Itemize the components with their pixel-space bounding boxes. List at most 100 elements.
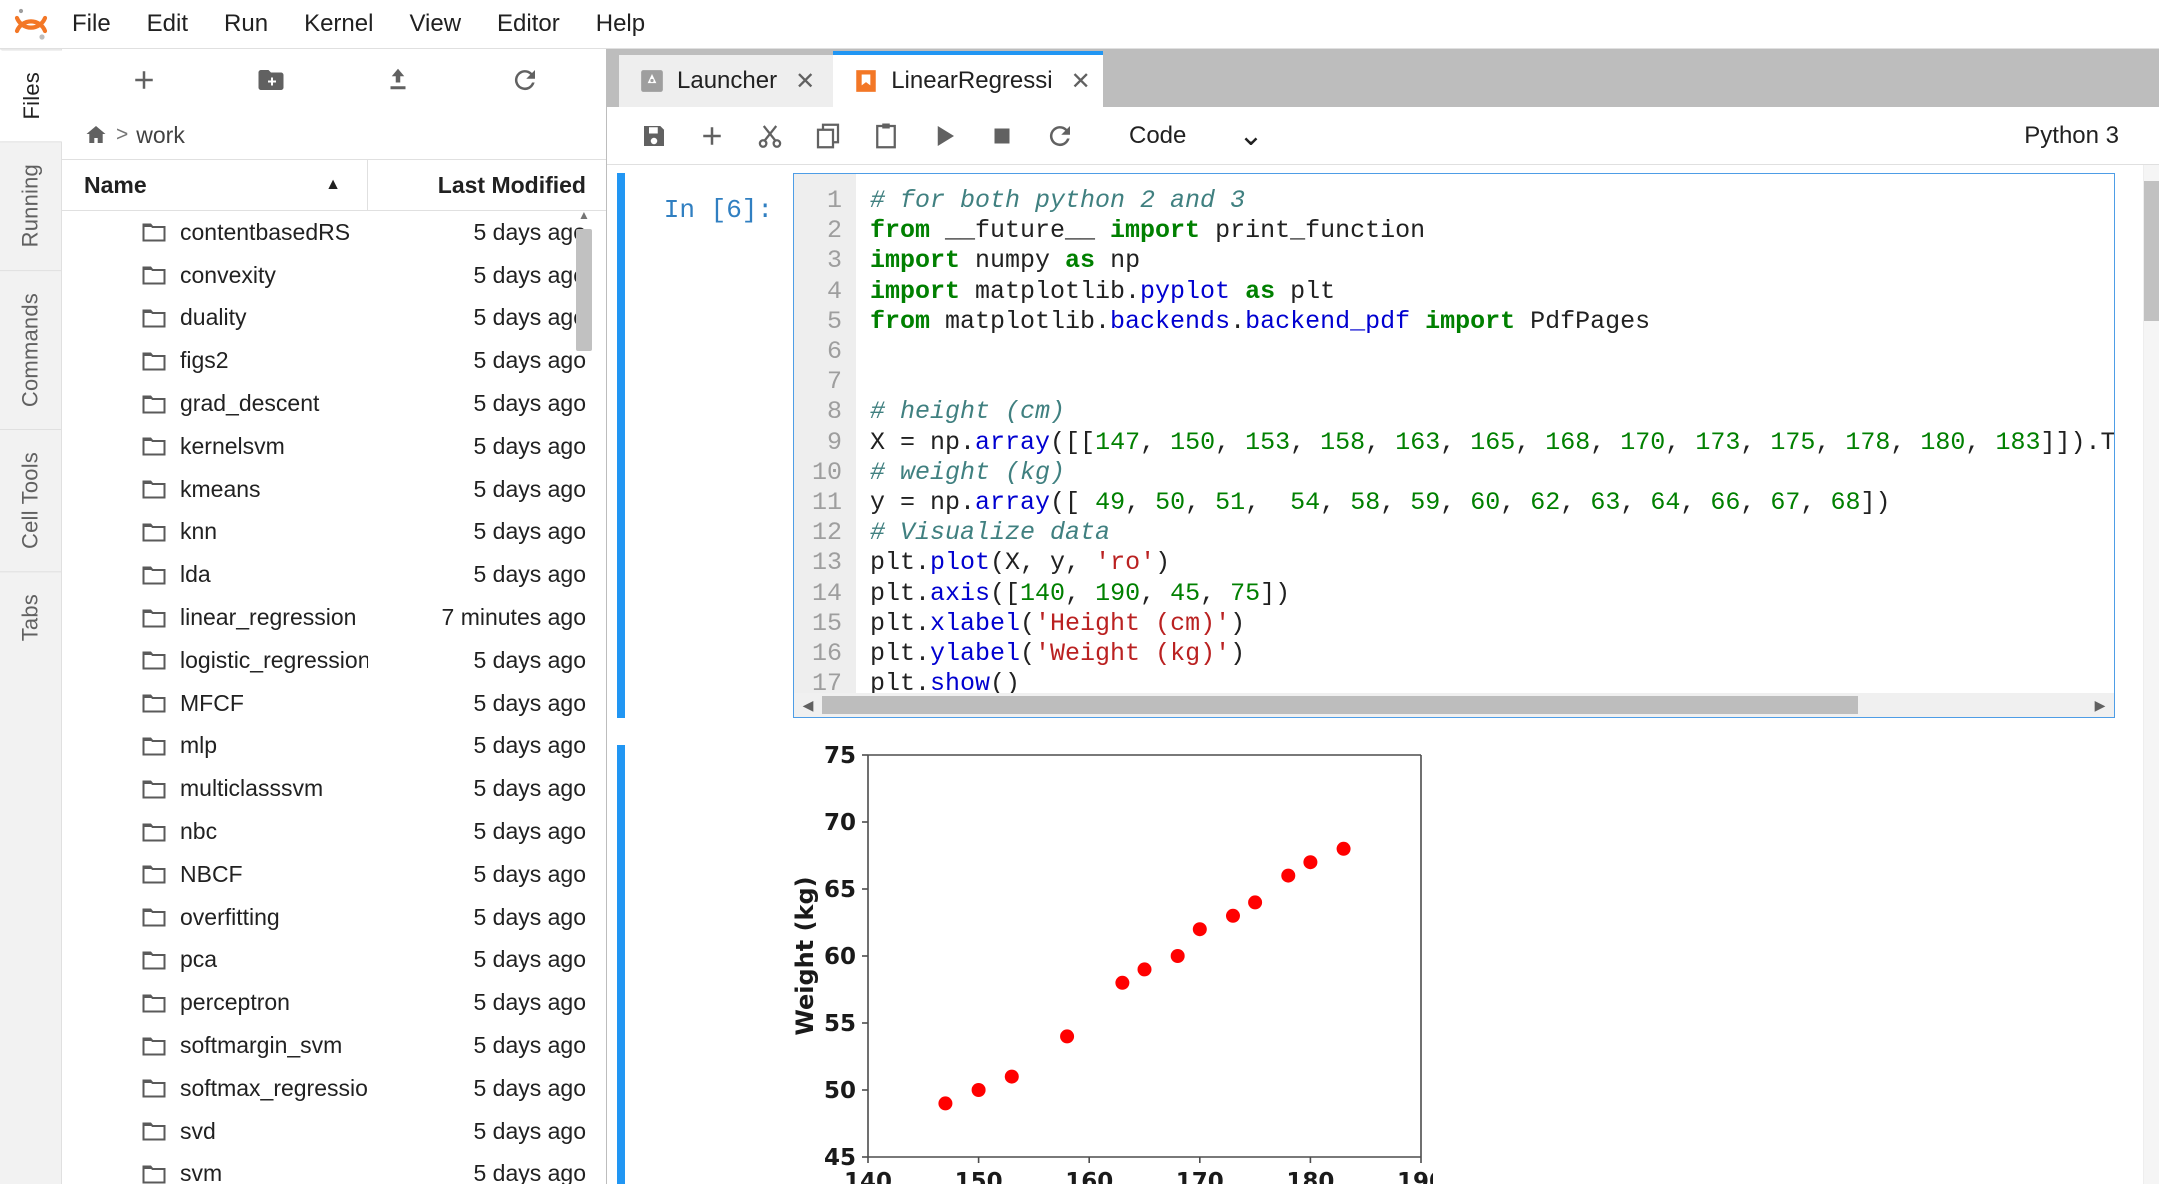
editor-horizontal-scrollbar[interactable]: ◀ ▶ — [794, 693, 2114, 717]
scroll-right-arrow-icon[interactable]: ▶ — [2086, 697, 2114, 714]
file-list-item[interactable]: knn5 days ago — [62, 511, 606, 554]
file-list-item[interactable]: duality5 days ago — [62, 297, 606, 340]
refresh-button[interactable] — [461, 56, 588, 104]
code-editor[interactable]: 1234567891011121314151617 # for both pyt… — [793, 173, 2115, 718]
new-launcher-button[interactable] — [80, 56, 207, 104]
code-token: np — [1095, 246, 1140, 275]
code-token: , — [1800, 488, 1830, 517]
notebook-vertical-scrollbar[interactable] — [2143, 165, 2159, 1184]
scroll-up-arrow-icon[interactable]: ▲ — [576, 207, 592, 223]
folder-icon — [142, 1121, 166, 1141]
file-list-item[interactable]: kernelsvm5 days ago — [62, 425, 606, 468]
interrupt-kernel-button[interactable] — [973, 112, 1031, 160]
menu-editor[interactable]: Editor — [479, 4, 578, 44]
line-number-gutter: 1234567891011121314151617 — [794, 174, 856, 693]
code-token: 59 — [1410, 488, 1440, 517]
code-area[interactable]: 1234567891011121314151617 # for both pyt… — [794, 174, 2114, 693]
folder-icon — [142, 522, 166, 542]
code-text[interactable]: # for both python 2 and 3from __future__… — [856, 174, 2114, 693]
notebook-scroll-thumb[interactable] — [2144, 181, 2159, 321]
new-folder-button[interactable] — [207, 56, 334, 104]
kernel-indicator[interactable]: Python 3 — [2024, 122, 2141, 150]
line-number: 13 — [794, 548, 842, 578]
code-token: , — [1440, 488, 1470, 517]
code-token: ylabel — [930, 639, 1020, 668]
menu-help[interactable]: Help — [578, 4, 663, 44]
file-list-item[interactable]: convexity5 days ago — [62, 254, 606, 297]
file-list-scrollbar[interactable]: ▲ — [576, 49, 592, 1184]
copy-cell-button[interactable] — [799, 112, 857, 160]
file-list-scroll-thumb[interactable] — [576, 229, 592, 351]
file-list-item[interactable]: multiclasssvm5 days ago — [62, 767, 606, 810]
file-list-item[interactable]: svd5 days ago — [62, 1110, 606, 1153]
file-list-item[interactable]: grad_descent5 days ago — [62, 382, 606, 425]
file-list-item[interactable]: mlp5 days ago — [62, 725, 606, 768]
code-token: as — [1065, 246, 1095, 275]
tab-notebook-close-icon[interactable]: ✕ — [1071, 67, 1091, 96]
file-list-item[interactable]: softmax_regression5 days ago — [62, 1067, 606, 1110]
tab-launcher[interactable]: Launcher ✕ — [619, 55, 833, 107]
sidebar-item-running[interactable]: Running — [0, 141, 61, 269]
file-list-item[interactable]: lda5 days ago — [62, 553, 606, 596]
insert-cell-button[interactable] — [683, 112, 741, 160]
file-list-item[interactable]: svm5 days ago — [62, 1153, 606, 1184]
tab-launcher-close-icon[interactable]: ✕ — [795, 67, 815, 96]
hscroll-thumb[interactable] — [822, 696, 1858, 714]
file-list-item[interactable]: nbc5 days ago — [62, 810, 606, 853]
restart-kernel-button[interactable] — [1031, 112, 1089, 160]
file-list-item[interactable]: perceptron5 days ago — [62, 981, 606, 1024]
code-token: 68 — [1830, 488, 1860, 517]
tab-linear-regression-notebook[interactable]: LinearRegressi ✕ — [833, 51, 1103, 107]
file-name-cell: NBCF — [62, 861, 368, 888]
output-cell[interactable]: 45505560657075140150160170180190Weight (… — [607, 745, 2143, 1184]
menu-run[interactable]: Run — [206, 4, 286, 44]
column-header-modified[interactable]: Last Modified — [368, 172, 606, 199]
file-name-label: convexity — [180, 262, 276, 289]
hscroll-track[interactable] — [822, 696, 2086, 714]
file-list-item[interactable]: kmeans5 days ago — [62, 468, 606, 511]
sidebar-item-files[interactable]: Files — [0, 49, 62, 141]
menu-view[interactable]: View — [391, 4, 479, 44]
home-icon[interactable] — [84, 123, 108, 147]
file-list-item[interactable]: figs25 days ago — [62, 339, 606, 382]
sidebar-item-cell-tools[interactable]: Cell Tools — [0, 429, 61, 571]
line-number: 1 — [794, 186, 842, 216]
cell-type-value: Code — [1129, 122, 1186, 150]
cell-type-dropdown[interactable]: Code ⌄ — [1119, 116, 1274, 156]
scatter-plot: 45505560657075140150160170180190Weight (… — [793, 745, 1433, 1184]
file-list-item[interactable]: softmargin_svm5 days ago — [62, 1024, 606, 1067]
menu-edit[interactable]: Edit — [129, 4, 206, 44]
file-list-item[interactable]: logistic_regression5 days ago — [62, 639, 606, 682]
column-header-name[interactable]: Name ▲ — [62, 160, 368, 210]
scroll-left-arrow-icon[interactable]: ◀ — [794, 697, 822, 714]
code-token: 158 — [1320, 428, 1365, 457]
sort-ascending-icon: ▲ — [325, 176, 341, 194]
code-cell[interactable]: In [6]: 1234567891011121314151617 # for … — [607, 165, 2143, 745]
upload-button[interactable] — [334, 56, 461, 104]
code-token: axis — [930, 579, 990, 608]
menu-kernel[interactable]: Kernel — [286, 4, 391, 44]
file-list-item[interactable]: linear_regression7 minutes ago — [62, 596, 606, 639]
sidebar-item-commands[interactable]: Commands — [0, 270, 61, 429]
paste-cell-button[interactable] — [857, 112, 915, 160]
run-cell-button[interactable] — [915, 112, 973, 160]
file-list-item[interactable]: overfitting5 days ago — [62, 896, 606, 939]
data-point — [1337, 842, 1351, 856]
file-list-item[interactable]: pca5 days ago — [62, 939, 606, 982]
cut-cell-button[interactable] — [741, 112, 799, 160]
code-token: 62 — [1530, 488, 1560, 517]
file-name-label: pca — [180, 946, 217, 973]
sidebar-item-tabs[interactable]: Tabs — [0, 571, 61, 663]
save-button[interactable] — [625, 112, 683, 160]
breadcrumb-path[interactable]: work — [136, 122, 185, 149]
file-list-item[interactable]: contentbasedRS5 days ago — [62, 211, 606, 254]
code-token: as — [1245, 277, 1275, 306]
code-token: 54 — [1290, 488, 1320, 517]
code-token: 58 — [1350, 488, 1380, 517]
file-list-item[interactable]: NBCF5 days ago — [62, 853, 606, 896]
menu-file[interactable]: File — [54, 4, 129, 44]
folder-icon — [142, 608, 166, 628]
file-list-item[interactable]: MFCF5 days ago — [62, 682, 606, 725]
file-list[interactable]: contentbasedRS5 days agoconvexity5 days … — [62, 211, 606, 1184]
code-token: , — [1500, 488, 1530, 517]
